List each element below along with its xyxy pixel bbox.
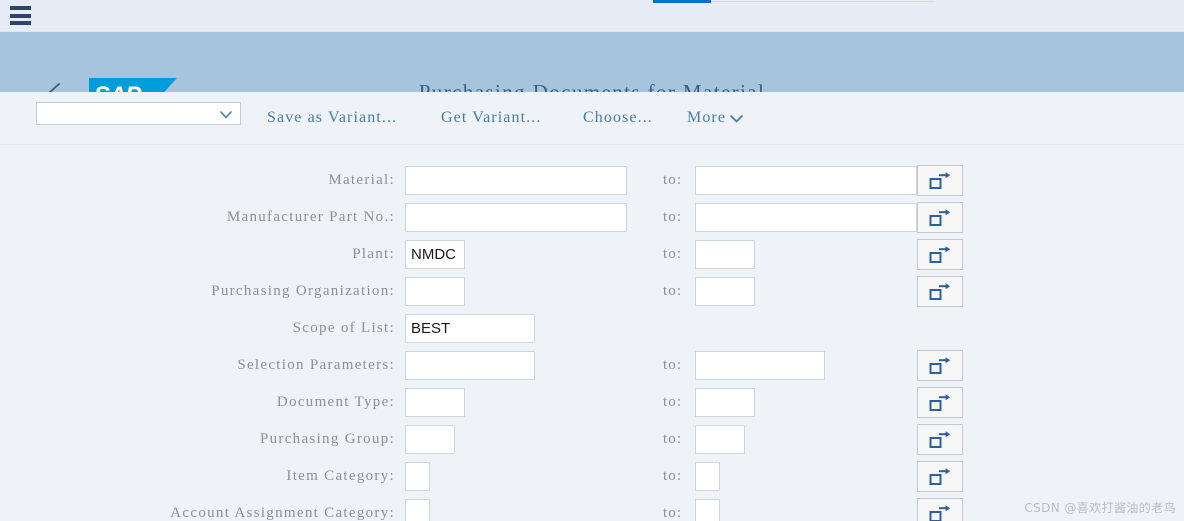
multiple-selection-icon [929,208,951,227]
field-from-input[interactable] [405,425,455,454]
multiple-selection-icon [929,504,951,521]
field-label: Purchasing Organization: [211,283,395,299]
field-to-input[interactable] [695,351,825,380]
to-label: to: [663,357,683,373]
to-label: to: [663,283,683,299]
multiple-selection-button[interactable] [917,461,963,492]
hamburger-bar [10,6,31,10]
hamburger-bar [10,21,31,25]
multiple-selection-icon [929,356,951,375]
form-row: Account Assignment Category: to: [0,496,1184,521]
field-from-input[interactable] [405,166,627,195]
field-from-input[interactable] [405,499,430,521]
to-label: to: [663,209,683,225]
watermark: CSDN @喜欢打酱油的老鸟 [1024,501,1176,515]
field-from-input[interactable] [405,277,465,306]
multiple-selection-button[interactable] [917,165,963,196]
multiple-selection-icon [929,171,951,190]
field-from-input[interactable] [405,240,465,269]
field-label: Document Type: [276,394,395,410]
form-row: Material: to: [0,163,1184,200]
field-to-input[interactable] [695,277,755,306]
field-label: Purchasing Group: [259,431,395,447]
to-label: to: [663,505,683,521]
multiple-selection-button[interactable] [917,387,963,418]
field-label: Plant: [352,246,395,262]
choose-button[interactable]: Choose... [583,109,653,127]
field-to-input[interactable] [695,388,755,417]
multiple-selection-icon [929,282,951,301]
form-row: Selection Parameters: to: [0,348,1184,385]
tab-strip-divider [711,1,935,2]
multiple-selection-button[interactable] [917,276,963,307]
form-row: Purchasing Group: to: [0,422,1184,459]
multiple-selection-button[interactable] [917,424,963,455]
chevron-down-icon [219,108,233,120]
field-to-input[interactable] [695,203,917,232]
more-button[interactable]: More [687,109,726,127]
multiple-selection-icon [929,245,951,264]
to-label: to: [663,246,683,262]
application-window: SAP Purchasing Documents for Material Sa… [0,0,1184,521]
field-to-input[interactable] [695,462,720,491]
to-label: to: [663,468,683,484]
multiple-selection-button[interactable] [917,239,963,270]
form-row: Manufacturer Part No.: to: [0,200,1184,237]
field-from-input[interactable] [405,388,465,417]
multiple-selection-button[interactable] [917,498,963,521]
field-to-input[interactable] [695,499,720,521]
save-as-variant-button[interactable]: Save as Variant... [267,109,397,127]
field-from-input[interactable] [405,314,535,343]
selection-form: Material: to: Manufacturer Part No.: to: Pla… [0,145,1184,521]
multiple-selection-icon [929,467,951,486]
shell-bar [0,0,1184,32]
form-row: Plant: to: [0,237,1184,274]
hamburger-bar [10,13,31,18]
active-tab-indicator [653,0,711,3]
field-label: Item Category: [286,468,395,484]
field-label: Material: [328,172,395,188]
field-to-input[interactable] [695,166,917,195]
to-label: to: [663,172,683,188]
field-from-input[interactable] [405,462,430,491]
page-header: SAP Purchasing Documents for Material [0,32,1184,111]
field-label: Scope of List: [292,320,395,336]
field-to-input[interactable] [695,240,755,269]
field-from-input[interactable] [405,351,535,380]
field-label: Selection Parameters: [237,357,395,373]
form-row: Scope of List: [0,311,1184,348]
multiple-selection-icon [929,393,951,412]
form-row: Item Category: to: [0,459,1184,496]
form-row: Document Type: to: [0,385,1184,422]
hamburger-menu-icon[interactable] [10,6,31,25]
field-from-input[interactable] [405,203,627,232]
field-to-input[interactable] [695,425,745,454]
get-variant-button[interactable]: Get Variant... [441,109,541,127]
multiple-selection-icon [929,430,951,449]
to-label: to: [663,431,683,447]
to-label: to: [663,394,683,410]
field-label: Manufacturer Part No.: [226,209,395,225]
multiple-selection-button[interactable] [917,202,963,233]
chevron-down-icon[interactable] [729,112,744,124]
variant-select[interactable] [36,102,241,125]
form-row: Purchasing Organization: to: [0,274,1184,311]
field-label: Account Assignment Category: [170,505,395,521]
multiple-selection-button[interactable] [917,350,963,381]
